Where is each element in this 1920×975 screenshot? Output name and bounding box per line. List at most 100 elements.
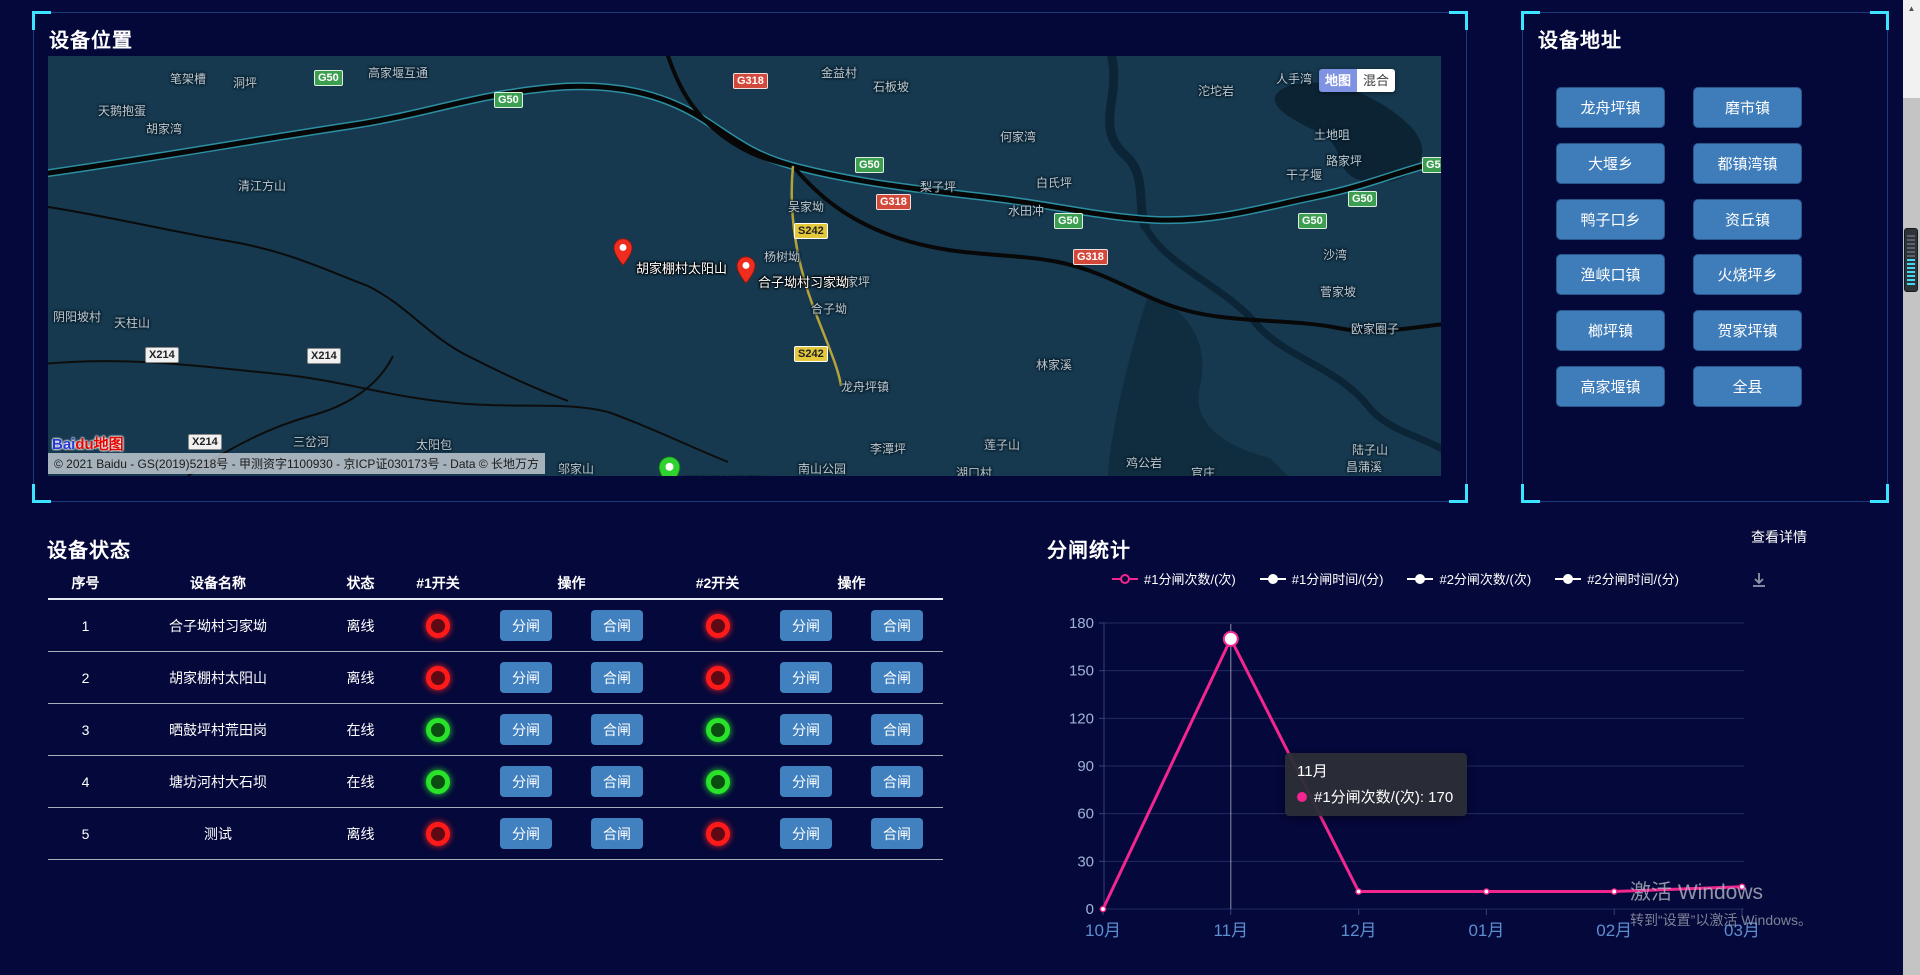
map-place-label: 杨树坳 — [764, 248, 800, 265]
map-marker-online[interactable] — [658, 456, 681, 476]
cell-switch1 — [408, 666, 468, 690]
open-switch2-button[interactable]: 分闸 — [780, 818, 832, 849]
legend-label: #1分闸次数/(次) — [1144, 569, 1236, 588]
device-status-table: 序号设备名称状态#1开关操作#2开关操作1合子坳村习家坳离线分闸合闸分闸合闸2胡… — [48, 568, 943, 860]
map-place-label: 太阳包 — [416, 436, 452, 453]
switch1-indicator — [426, 666, 450, 690]
cell-switch2 — [675, 718, 760, 742]
addr-button-5[interactable]: 鸭子口乡 — [1556, 199, 1665, 240]
addr-button-10[interactable]: 贺家坪镇 — [1693, 310, 1802, 351]
legend-item-1[interactable]: #1分闸次数/(次) — [1112, 569, 1236, 588]
map-place-label: 龙舟坪镇 — [841, 378, 889, 395]
cell-device-name: 晒鼓坪村荒田岗 — [123, 720, 313, 740]
scrollbar-up-arrow[interactable]: ▲ — [1903, 4, 1920, 13]
map-panel-title: 设备位置 — [49, 24, 133, 53]
addr-button-12[interactable]: 全县 — [1693, 366, 1802, 407]
cell-switch2 — [675, 666, 760, 690]
table-header-cell: 设备名称 — [123, 573, 313, 593]
map-type-control: 地图 混合 — [1319, 69, 1395, 92]
map-place-label: 洞坪 — [233, 74, 257, 91]
legend-marker — [1555, 573, 1581, 585]
chart-tooltip: 11月 #1分闸次数/(次): 170 — [1285, 753, 1467, 816]
open-switch2-button[interactable]: 分闸 — [780, 610, 832, 641]
chart-legend: #1分闸次数/(次) #1分闸时间/(分) #2分闸次数/(次) #2分闸时间/(分) — [1112, 569, 1679, 588]
map-marker-offline[interactable] — [613, 238, 633, 271]
device-location-panel: 设备位置 笔架槽洞坪高家堰互通天鹅抱蛋胡家湾金益村石板坡沱坨岩人手湾土地咀路家坪… — [33, 12, 1467, 502]
legend-marker — [1112, 573, 1138, 585]
switch2-indicator — [706, 770, 730, 794]
download-icon[interactable] — [1749, 570, 1769, 590]
svg-text:60: 60 — [1077, 806, 1094, 823]
map-place-label: 吴家坳 — [788, 198, 824, 215]
map-place-label: 路家坪 — [1326, 152, 1362, 169]
open-switch2-button[interactable]: 分闸 — [780, 662, 832, 693]
view-details-link[interactable]: 查看详情 — [1751, 527, 1807, 547]
scroll-indicator-widget[interactable] — [1904, 228, 1918, 292]
address-panel-title: 设备地址 — [1538, 24, 1622, 53]
map-type-hybrid-button[interactable]: 混合 — [1357, 69, 1395, 92]
addr-button-3[interactable]: 大堰乡 — [1556, 143, 1665, 184]
tooltip-month: 11月 — [1297, 760, 1453, 781]
page-scrollbar[interactable]: ▲ — [1903, 0, 1920, 975]
close-switch2-button[interactable]: 合闸 — [871, 610, 923, 641]
open-switch1-button[interactable]: 分闸 — [500, 714, 552, 745]
cell-switch1 — [408, 770, 468, 794]
addr-button-2[interactable]: 磨市镇 — [1693, 87, 1802, 128]
road-badge: X214 — [145, 347, 179, 363]
baidu-map[interactable]: 笔架槽洞坪高家堰互通天鹅抱蛋胡家湾金益村石板坡沱坨岩人手湾土地咀路家坪干子堰何家… — [48, 56, 1441, 476]
map-place-label: 合子坳 — [811, 300, 847, 317]
map-marker-label: 合子坳村习家坳 — [758, 272, 849, 291]
legend-item-4[interactable]: #2分闸时间/(分) — [1555, 569, 1679, 588]
close-switch1-button[interactable]: 合闸 — [591, 818, 643, 849]
svg-text:120: 120 — [1069, 710, 1094, 727]
addr-button-11[interactable]: 高家堰镇 — [1556, 366, 1665, 407]
close-switch2-button[interactable]: 合闸 — [871, 766, 923, 797]
legend-item-3[interactable]: #2分闸次数/(次) — [1407, 569, 1531, 588]
addr-button-4[interactable]: 都镇湾镇 — [1693, 143, 1802, 184]
map-type-map-button[interactable]: 地图 — [1319, 69, 1357, 92]
cell-switch1 — [408, 822, 468, 846]
scrollbar-track[interactable] — [1903, 0, 1920, 98]
close-switch2-button[interactable]: 合闸 — [871, 662, 923, 693]
cell-device-name: 胡家棚村太阳山 — [123, 668, 313, 688]
close-switch1-button[interactable]: 合闸 — [591, 714, 643, 745]
cell-operation1: 分闸 合闸 — [468, 610, 675, 641]
open-switch2-button[interactable]: 分闸 — [780, 714, 832, 745]
close-switch1-button[interactable]: 合闸 — [591, 610, 643, 641]
close-switch1-button[interactable]: 合闸 — [591, 662, 643, 693]
cell-operation2: 分闸 合闸 — [760, 766, 943, 797]
cell-status: 在线 — [313, 772, 408, 792]
road-badge: G50 — [494, 92, 523, 108]
map-marker-label: 胡家棚村太阳山 — [636, 258, 727, 277]
road-badge: G50 — [1298, 213, 1327, 229]
road-badge: G5 — [1422, 157, 1441, 173]
close-switch2-button[interactable]: 合闸 — [871, 818, 923, 849]
map-marker-offline[interactable] — [736, 256, 756, 289]
table-header-cell: 操作 — [760, 573, 943, 593]
cell-operation1: 分闸 合闸 — [468, 662, 675, 693]
open-switch1-button[interactable]: 分闸 — [500, 662, 552, 693]
map-place-label: 石板坡 — [873, 78, 909, 95]
open-switch2-button[interactable]: 分闸 — [780, 766, 832, 797]
cell-operation2: 分闸 合闸 — [760, 818, 943, 849]
addr-button-6[interactable]: 资丘镇 — [1693, 199, 1802, 240]
cell-no: 1 — [48, 618, 123, 634]
map-place-label: 白氏坪 — [1036, 174, 1072, 191]
addr-button-8[interactable]: 火烧坪乡 — [1693, 254, 1802, 295]
cell-status: 在线 — [313, 720, 408, 740]
close-switch1-button[interactable]: 合闸 — [591, 766, 643, 797]
map-place-label: 林家溪 — [1036, 356, 1072, 373]
open-switch1-button[interactable]: 分闸 — [500, 610, 552, 641]
legend-item-2[interactable]: #1分闸时间/(分) — [1260, 569, 1384, 588]
addr-button-1[interactable]: 龙舟坪镇 — [1556, 87, 1665, 128]
addr-button-9[interactable]: 榔坪镇 — [1556, 310, 1665, 351]
close-switch2-button[interactable]: 合闸 — [871, 714, 923, 745]
open-switch1-button[interactable]: 分闸 — [500, 766, 552, 797]
road-badge: G50 — [855, 157, 884, 173]
svg-text:12月: 12月 — [1341, 921, 1377, 940]
map-place-label: 梨子坪 — [920, 178, 956, 195]
addr-button-7[interactable]: 渔峡口镇 — [1556, 254, 1665, 295]
road-badge: G50 — [314, 70, 343, 86]
open-switch1-button[interactable]: 分闸 — [500, 818, 552, 849]
svg-text:02月: 02月 — [1596, 921, 1632, 940]
